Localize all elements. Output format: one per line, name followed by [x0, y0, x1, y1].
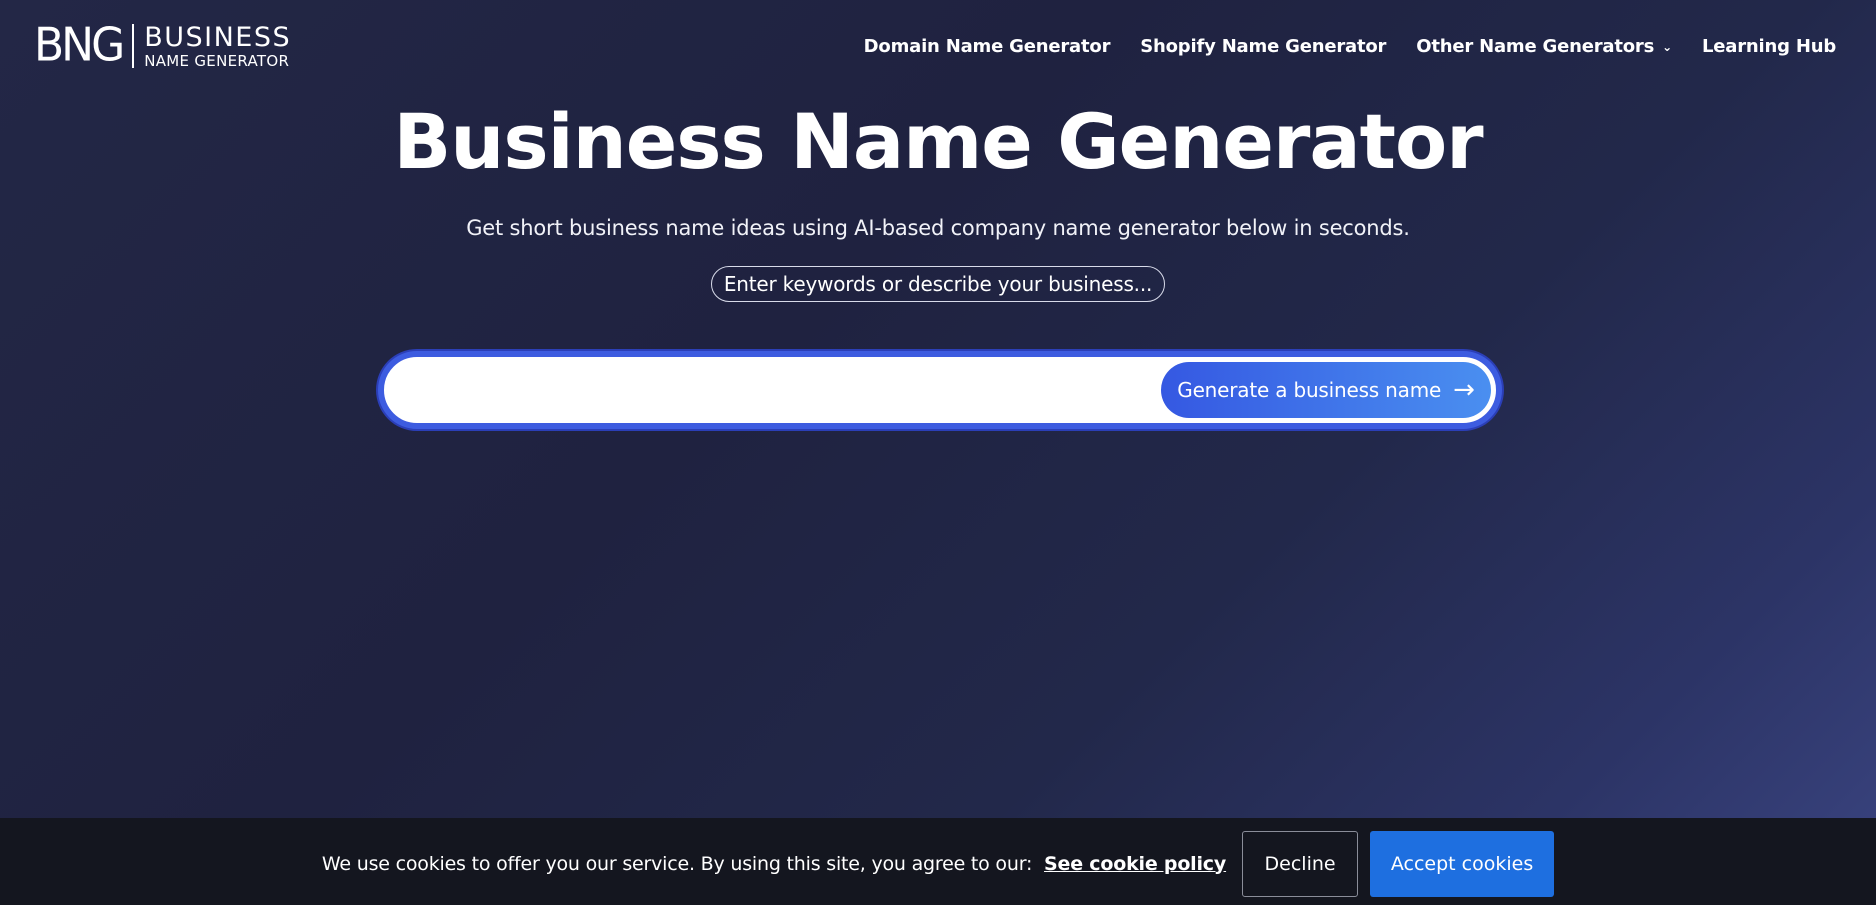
business-keywords-input[interactable] [412, 361, 1161, 419]
arrow-right-icon: → [1453, 375, 1475, 405]
logo-line-2: NAME GENERATOR [144, 51, 290, 70]
decline-cookies-button[interactable]: Decline [1242, 830, 1359, 897]
nav-label: Learning Hub [1701, 35, 1836, 57]
nav-label: Other Name Generators [1416, 35, 1655, 57]
logo[interactable]: BNG BUSINESS NAME GENERATOR [34, 21, 291, 71]
nav-domain-name-generator[interactable]: Domain Name Generator [864, 36, 1111, 57]
nav-shopify-name-generator[interactable]: Shopify Name Generator [1140, 36, 1386, 57]
nav-learning-hub[interactable]: Learning Hub [1702, 36, 1836, 57]
chevron-down-icon: ⌄ [1662, 40, 1672, 54]
accept-cookies-button[interactable]: Accept cookies [1370, 830, 1555, 897]
generate-business-name-button[interactable]: Generate a business name → [1161, 362, 1491, 418]
nav-label: Shopify Name Generator [1140, 35, 1387, 57]
page-subtitle: Get short business name ideas using AI-b… [466, 215, 1410, 240]
cookie-message: We use cookies to offer you our service.… [322, 853, 1226, 875]
site-header: BNG BUSINESS NAME GENERATOR Domain Name … [0, 0, 1876, 92]
cookie-text: We use cookies to offer you our service.… [321, 852, 1033, 875]
logo-separator [132, 24, 135, 68]
nav-other-name-generators[interactable]: Other Name Generators ⌄ [1416, 36, 1672, 57]
generate-button-label: Generate a business name [1177, 378, 1442, 402]
cookie-banner: We use cookies to offer you our service.… [0, 818, 1876, 905]
logo-text: BUSINESS NAME GENERATOR [144, 24, 291, 69]
logo-mark: BNG [34, 18, 125, 73]
logo-line-1: BUSINESS [144, 21, 292, 53]
main-nav: Domain Name Generator Shopify Name Gener… [864, 36, 1837, 57]
cookie-policy-link[interactable]: See cookie policy [1044, 853, 1226, 875]
search-box: Generate a business name → [378, 351, 1502, 429]
hero: Business Name Generator Get short busine… [0, 100, 1876, 302]
nav-label: Domain Name Generator [863, 35, 1111, 57]
search-hint: Enter keywords or describe your business… [710, 265, 1166, 302]
page-title: Business Name Generator [393, 97, 1483, 186]
